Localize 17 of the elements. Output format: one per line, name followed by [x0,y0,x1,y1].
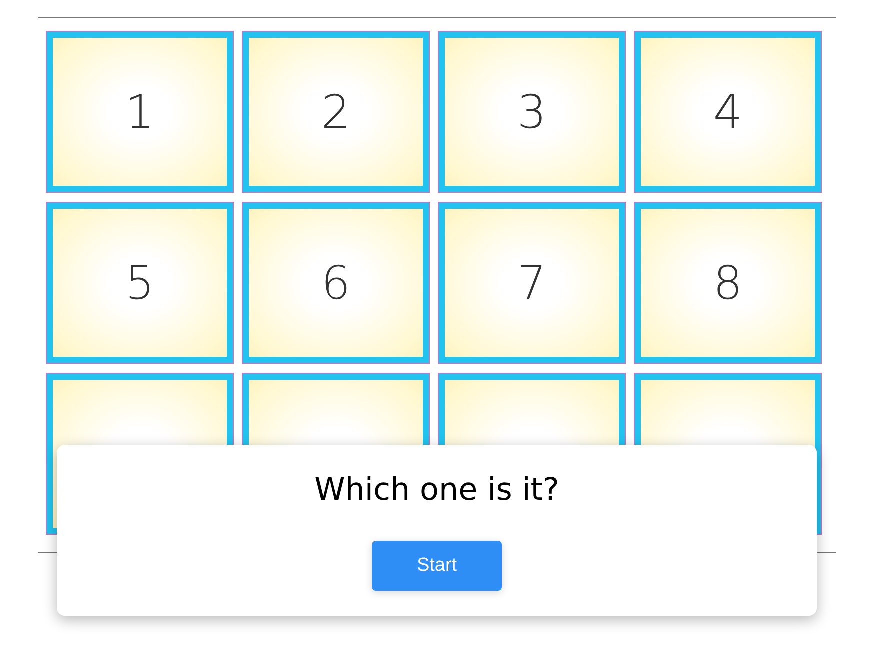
card-number: 5 [125,260,155,306]
number-card[interactable]: 8 [634,202,822,364]
card-number: 8 [713,260,743,306]
card-number: 1 [125,89,155,135]
number-card[interactable]: 4 [634,31,822,193]
card-number: 4 [713,89,743,135]
card-number: 7 [517,260,547,306]
number-card[interactable]: 6 [242,202,430,364]
card-number: 6 [321,260,351,306]
card-number: 3 [517,89,547,135]
number-card[interactable]: 7 [438,202,626,364]
card-number: 2 [321,89,351,135]
dialog-title: Which one is it? [314,473,560,508]
number-card[interactable]: 1 [46,31,234,193]
number-card[interactable]: 2 [242,31,430,193]
number-card[interactable]: 5 [46,202,234,364]
number-card[interactable]: 3 [438,31,626,193]
